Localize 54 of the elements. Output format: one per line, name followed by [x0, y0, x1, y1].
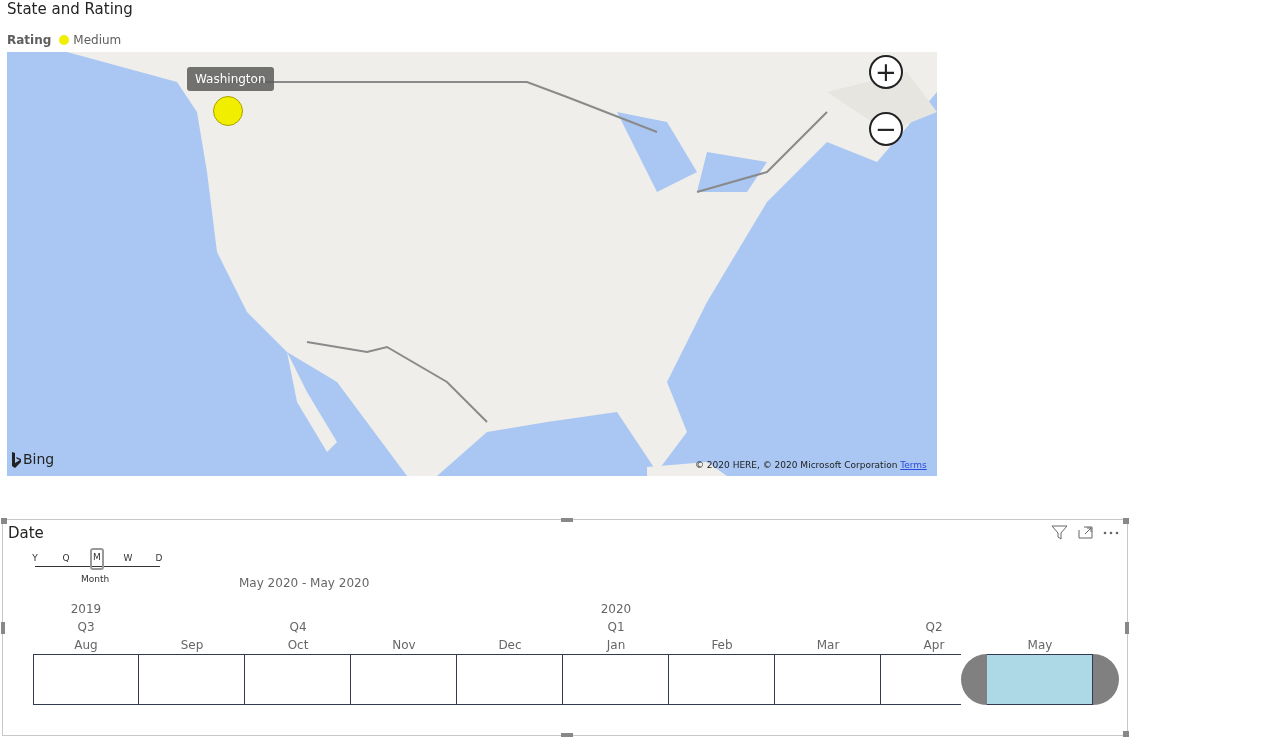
more-options-icon[interactable] [1103, 530, 1119, 535]
year-label: 2019 [69, 601, 103, 618]
year-label: 2020 [599, 601, 633, 618]
granularity-option[interactable]: M [90, 548, 104, 570]
visual-title: Date [8, 523, 44, 544]
timeline-cell[interactable] [351, 654, 457, 705]
timeline-cell[interactable] [33, 654, 139, 705]
attribution-text: © 2020 HERE, © 2020 Microsoft Corporation [695, 459, 899, 470]
granularity-caption: Month [81, 573, 110, 586]
timeline-cell[interactable] [563, 654, 669, 705]
timeline-cell[interactable] [669, 654, 775, 705]
granularity-option[interactable]: Y [28, 550, 42, 566]
resize-handle[interactable] [1123, 731, 1129, 737]
timeline-cell[interactable] [139, 654, 245, 705]
timeline-cell[interactable] [245, 654, 351, 705]
granularity-option[interactable]: W [121, 550, 135, 566]
month-label: Sep [179, 637, 205, 654]
visual-title: State and Rating [7, 0, 134, 20]
logo-text: Bing [23, 450, 55, 469]
map-tooltip: Washington [187, 67, 274, 91]
month-label: Jan [605, 637, 627, 654]
range-handle[interactable] [1093, 654, 1119, 705]
quarter-label: Q4 [288, 619, 308, 636]
resize-handle[interactable] [1125, 622, 1129, 634]
month-label: Dec [497, 637, 523, 654]
resize-handle[interactable] [561, 518, 573, 522]
month-label: Oct [286, 637, 310, 654]
month-label: Nov [391, 637, 417, 654]
timeline-cell[interactable] [987, 654, 1093, 705]
resize-handle[interactable] [561, 733, 573, 737]
month-label: Mar [815, 637, 841, 654]
terms-link[interactable]: Terms [900, 459, 927, 470]
filter-icon[interactable] [1051, 525, 1068, 540]
quarter-label: Q2 [924, 619, 944, 636]
resize-handle[interactable] [1, 518, 7, 524]
quarter-label: Q3 [76, 619, 96, 636]
resize-handle[interactable] [1, 622, 5, 634]
range-handle[interactable] [961, 654, 987, 705]
focus-mode-icon[interactable] [1078, 526, 1093, 539]
month-label: May [1026, 637, 1054, 654]
timeline-cell[interactable] [775, 654, 881, 705]
month-label: Feb [710, 637, 734, 654]
timeline-cell[interactable] [457, 654, 563, 705]
month-label: Aug [73, 637, 99, 654]
legend-title: Rating [7, 32, 52, 49]
granularity-option[interactable]: Q [59, 550, 73, 566]
range-label: May 2020 - May 2020 [239, 575, 370, 592]
legend-label: Medium [73, 32, 122, 49]
quarter-label: Q1 [606, 619, 626, 636]
granularity-option[interactable]: D [152, 550, 166, 566]
logo-icon [12, 451, 21, 468]
timeline-cell[interactable] [881, 654, 961, 705]
month-label: Apr [922, 637, 946, 654]
resize-handle[interactable] [1123, 518, 1129, 524]
